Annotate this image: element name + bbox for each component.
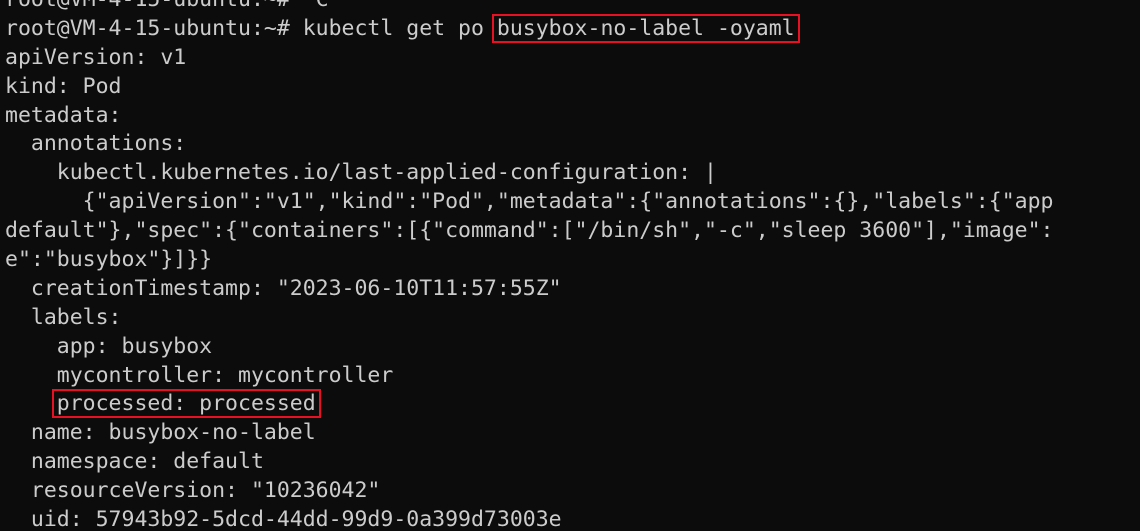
yaml-labels: labels: [5,304,122,330]
yaml-label-app: app: busybox [5,333,213,359]
yaml-resource-version: resourceVersion: "10236042" [5,478,381,504]
yaml-metadata: metadata: [5,102,122,128]
command-line: root@VM-4-15-ubuntu:~# kubectl get po bu… [5,13,1140,44]
yaml-kind: kind: Pod [5,73,122,99]
yaml-last-applied-config-line-2: default"},"spec":{"containers":[{"comman… [5,218,1054,244]
previous-prompt-line: root@VM-4-15-ubuntu:~# ^C [5,0,1140,15]
yaml-name: name: busybox-no-label [5,420,316,446]
yaml-annotations: annotations: [5,131,187,157]
yaml-label-processed-line: processed: processed [5,389,1140,419]
command-prompt: root@VM-4-15-ubuntu:~# kubectl get po [5,15,497,41]
yaml-namespace: namespace: default [5,449,264,475]
yaml-label-mycontroller: mycontroller: mycontroller [5,362,394,388]
yaml-creation-timestamp: creationTimestamp: "2023-06-10T11:57:55Z… [5,275,562,301]
yaml-last-applied-config-key: kubectl.kubernetes.io/last-applied-confi… [5,160,717,186]
yaml-last-applied-config-line-1: {"apiVersion":"v1","kind":"Pod","metadat… [5,189,1054,215]
terminal-window[interactable]: root@VM-4-15-ubuntu:~# ^C root@VM-4-15-u… [0,0,1140,531]
yaml-uid: uid: 57943b92-5dcd-44dd-99d9-0a399d73003… [5,507,562,531]
command-args-highlight: busybox-no-label -oyaml [491,13,800,43]
label-indent [5,391,57,416]
yaml-last-applied-config-line-3: e":"busybox"}]}} [5,247,213,273]
terminal-output: root@VM-4-15-ubuntu:~# ^C root@VM-4-15-u… [5,0,1140,531]
yaml-api-version: apiVersion: v1 [5,44,187,70]
processed-label-highlight: processed: processed [51,389,321,419]
